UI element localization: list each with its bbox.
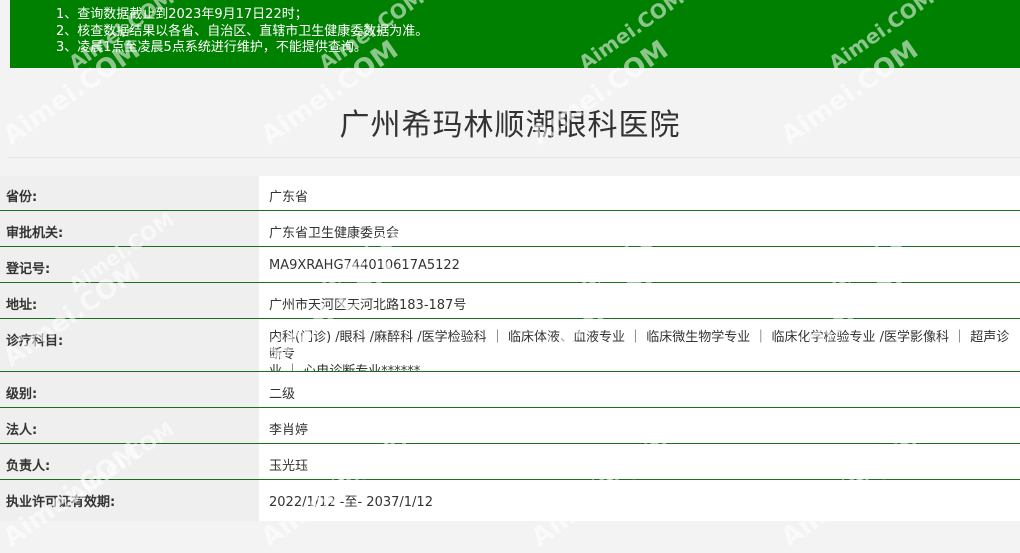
departments-label: 诊疗科目: [0, 319, 259, 372]
departments-value: 内科(门诊) /眼科 /麻醉科 /医学检验科 ｜ 临床体液、血液专业 ｜ 临床微… [259, 319, 1020, 379]
detail-row-license-validity: 执业许可证有效期: 2022/1/12 -至- 2037/1/12 [0, 480, 1020, 521]
province-value: 广东省 [259, 176, 1020, 211]
notice-line: 2、核查数据结果以各省、自治区、直辖市卫生健康委数据为准。 [56, 23, 429, 39]
legal-person-label: 法人: [0, 408, 259, 444]
notice-banner: 1、查询数据截止到2023年9月17日22时； 2、核查数据结果以各省、自治区、… [10, 0, 1020, 68]
detail-row-address: 地址: 广州市天河区天河北路183-187号 [0, 283, 1020, 319]
level-value: 二级 [259, 372, 1020, 408]
detail-row-province: 省份: 广东省 [0, 176, 1020, 211]
authority-label: 审批机关: [0, 211, 259, 247]
detail-row-authority: 审批机关: 广东省卫生健康委员会 [0, 211, 1020, 247]
detail-row-legal-person: 法人: 李肖婷 [0, 408, 1020, 444]
authority-value: 广东省卫生健康委员会 [259, 211, 1020, 247]
registration-label: 登记号: [0, 247, 259, 283]
notice-line: 1、查询数据截止到2023年9月17日22时； [56, 7, 308, 22]
detail-row-level: 级别: 二级 [0, 372, 1020, 408]
level-label: 级别: [0, 372, 259, 408]
person-in-charge-value: 玉光珏 [259, 444, 1020, 480]
detail-row-departments: 诊疗科目: 内科(门诊) /眼科 /麻醉科 /医学检验科 ｜ 临床体液、血液专业… [0, 319, 1020, 379]
notice-line: 3、凌晨1点至凌晨5点系统进行维护，不能提供查询。 [56, 40, 367, 55]
hospital-title: 广州希玛林顺潮眼科医院 [339, 108, 681, 143]
registration-value: MA9XRAHG744010617A5122 [259, 247, 1020, 283]
detail-row-registration: 登记号: MA9XRAHG744010617A5122 [0, 247, 1020, 283]
title-divider [8, 157, 1020, 158]
departments-line: 内科(门诊) /眼科 /麻醉科 /医学检验科 ｜ 临床体液、血液专业 ｜ 临床微… [269, 330, 1010, 362]
legal-person-value: 李肖婷 [259, 408, 1020, 444]
license-validity-value: 2022/1/12 -至- 2037/1/12 [259, 480, 1020, 521]
province-label: 省份: [0, 176, 259, 211]
detail-row-person-in-charge: 负责人: 玉光珏 [0, 444, 1020, 480]
license-validity-label: 执业许可证有效期: [0, 480, 259, 521]
address-label: 地址: [0, 283, 259, 319]
person-in-charge-label: 负责人: [0, 444, 259, 480]
address-value: 广州市天河区天河北路183-187号 [259, 283, 1020, 319]
